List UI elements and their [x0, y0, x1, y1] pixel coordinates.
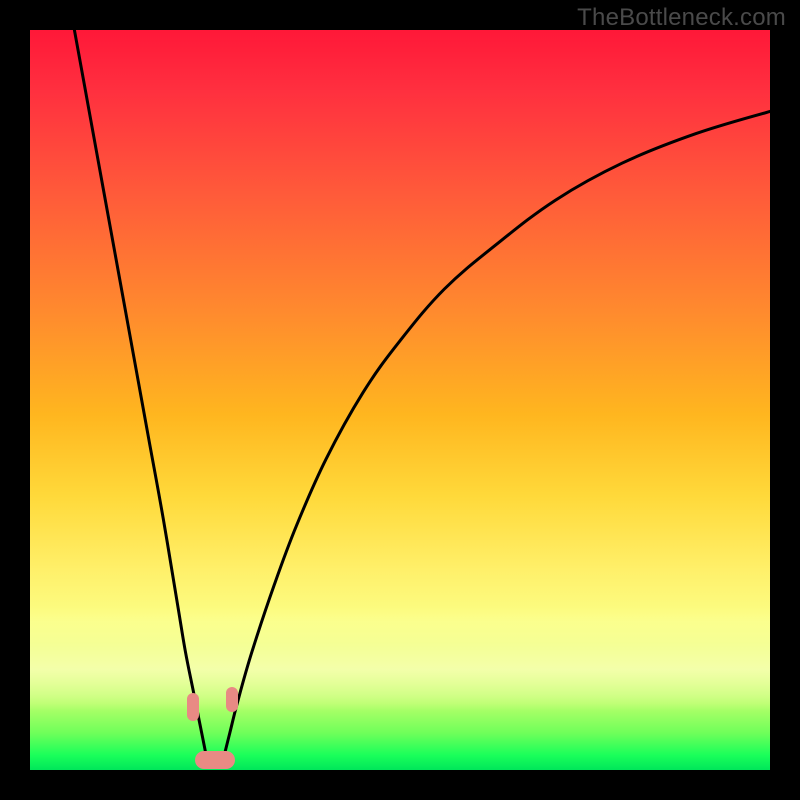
watermark-text: TheBottleneck.com: [577, 4, 786, 32]
curve-right-branch: [222, 111, 770, 762]
valley-bottom-blob: [195, 751, 235, 769]
bottleneck-curve: [30, 30, 770, 770]
valley-right-blob: [226, 687, 238, 712]
valley-left-blob: [187, 693, 199, 721]
curve-left-branch: [74, 30, 207, 763]
chart-frame: TheBottleneck.com: [0, 0, 800, 800]
plot-area: [30, 30, 770, 770]
